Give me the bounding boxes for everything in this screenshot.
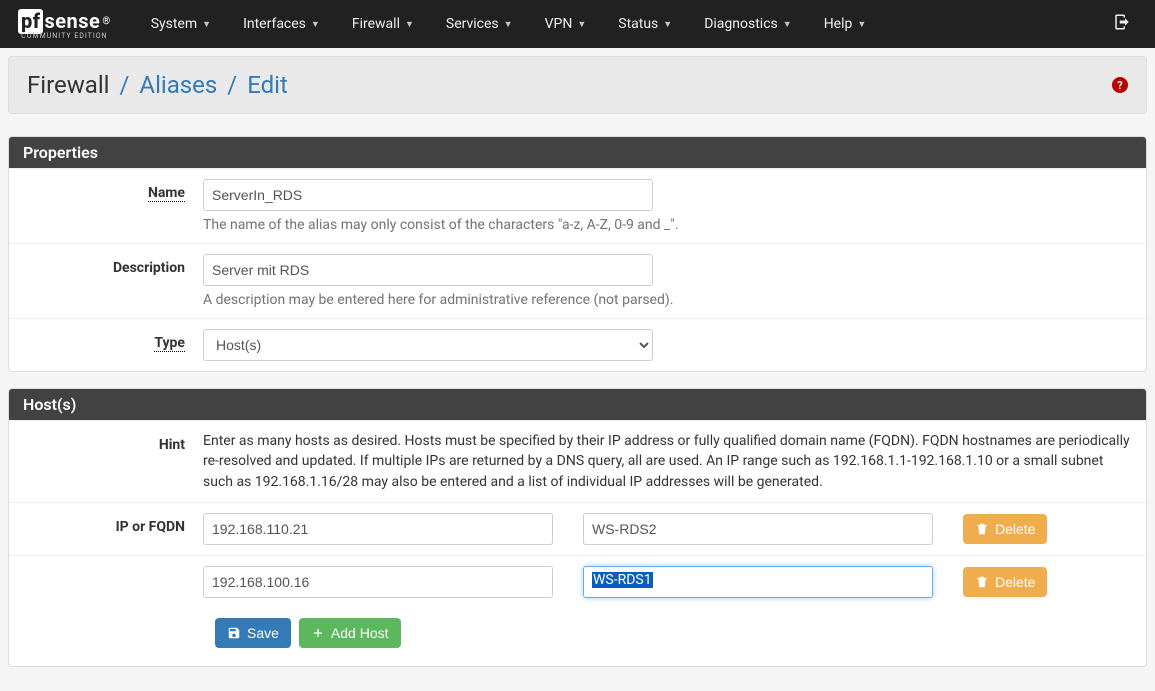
trash-icon	[975, 575, 989, 589]
caret-down-icon: ▼	[663, 19, 672, 30]
save-button[interactable]: Save	[215, 618, 291, 648]
host-desc-input-0[interactable]	[583, 513, 933, 545]
name-help: The name of the alias may only consist o…	[203, 217, 1132, 233]
description-input[interactable]	[203, 254, 653, 286]
breadcrumb-root: Firewall	[27, 71, 110, 99]
hosts-panel: Host(s) Hint Enter as many hosts as desi…	[8, 388, 1147, 667]
nav-items: System▼ Interfaces▼ Firewall▼ Services▼ …	[135, 2, 883, 46]
nav-diagnostics[interactable]: Diagnostics▼	[688, 2, 807, 46]
name-label: Name	[23, 179, 203, 201]
nav-system[interactable]: System▼	[135, 2, 227, 46]
help-icon[interactable]: ?	[1112, 77, 1128, 93]
nav-vpn[interactable]: VPN▼	[529, 2, 603, 46]
type-select[interactable]: Host(s)	[203, 329, 653, 361]
description-help: A description may be entered here for ad…	[203, 292, 1132, 308]
top-navbar: pfsense® COMMUNITY EDITION System▼ Inter…	[0, 0, 1155, 48]
description-label: Description	[23, 254, 203, 276]
delete-host-button-0[interactable]: Delete	[963, 514, 1047, 544]
host-ip-input-0[interactable]	[203, 513, 553, 545]
logout-icon[interactable]	[1107, 13, 1137, 36]
trash-icon	[975, 522, 989, 536]
breadcrumb-panel: Firewall / Aliases / Edit ?	[8, 56, 1147, 114]
name-input[interactable]	[203, 179, 653, 211]
caret-down-icon: ▼	[504, 19, 513, 30]
breadcrumb: Firewall / Aliases / Edit	[27, 71, 288, 99]
add-host-button[interactable]: Add Host	[299, 618, 401, 648]
properties-panel: Properties Name The name of the alias ma…	[8, 136, 1147, 372]
caret-down-icon: ▼	[857, 19, 866, 30]
host-ip-input-1[interactable]	[203, 566, 553, 598]
caret-down-icon: ▼	[405, 19, 414, 30]
host-desc-input-1[interactable]	[583, 566, 933, 598]
nav-interfaces[interactable]: Interfaces▼	[227, 2, 336, 46]
properties-heading: Properties	[9, 137, 1146, 168]
breadcrumb-aliases-link[interactable]: Aliases	[139, 71, 217, 99]
nav-help[interactable]: Help▼	[808, 2, 883, 46]
plus-icon	[311, 626, 325, 640]
hint-label: Hint	[23, 431, 203, 453]
ip-label: IP or FQDN	[23, 513, 203, 535]
caret-down-icon: ▼	[202, 19, 211, 30]
logo[interactable]: pfsense® COMMUNITY EDITION	[18, 9, 111, 40]
hosts-heading: Host(s)	[9, 389, 1146, 420]
nav-firewall[interactable]: Firewall▼	[336, 2, 430, 46]
caret-down-icon: ▼	[783, 19, 792, 30]
nav-services[interactable]: Services▼	[430, 2, 529, 46]
delete-host-button-1[interactable]: Delete	[963, 567, 1047, 597]
type-label: Type	[23, 329, 203, 351]
caret-down-icon: ▼	[577, 19, 586, 30]
caret-down-icon: ▼	[311, 19, 320, 30]
save-icon	[227, 626, 241, 640]
hint-text: Enter as many hosts as desired. Hosts mu…	[203, 431, 1132, 492]
breadcrumb-edit-link[interactable]: Edit	[247, 71, 288, 99]
nav-status[interactable]: Status▼	[602, 2, 688, 46]
